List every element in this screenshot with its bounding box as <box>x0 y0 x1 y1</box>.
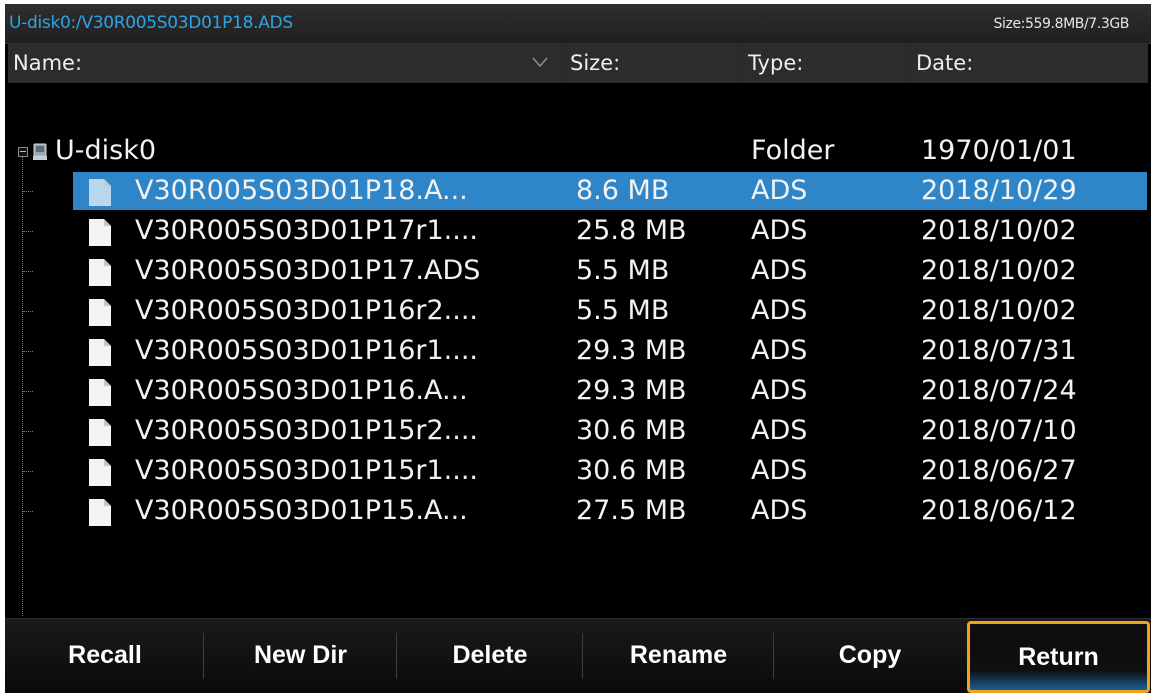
file-row[interactable]: V30R005S03D01P17r1.... 25.8 MB ADS 2018/10/… <box>5 211 1151 251</box>
file-icon <box>89 379 111 406</box>
file-manager-screen: U-disk0:/V30R005S03D01P18.ADS Size:559.8… <box>5 4 1151 693</box>
file-type: ADS <box>751 415 808 446</box>
tree-root-u-disk0[interactable]: U-disk0 Folder 1970/01/01 <box>5 131 1151 171</box>
file-type: ADS <box>751 455 808 486</box>
column-header-name-label: Name: <box>13 51 83 75</box>
file-name: V30R005S03D01P16r2.... <box>135 295 479 326</box>
copy-button[interactable]: Copy <box>774 619 966 693</box>
file-icon <box>89 299 111 326</box>
column-header-type[interactable]: Type: <box>744 43 910 83</box>
file-date: 2018/07/31 <box>921 335 1077 366</box>
file-row[interactable]: V30R005S03D01P17.ADS 5.5 MB ADS 2018/10/02 <box>5 251 1151 291</box>
file-name: V30R005S03D01P15r1.... <box>135 455 479 486</box>
storage-size: Size:559.8MB/7.3GB <box>993 16 1130 32</box>
root-type: Folder <box>751 135 835 166</box>
file-date: 2018/10/02 <box>921 215 1077 246</box>
chevron-down-icon <box>532 57 548 68</box>
new-dir-button[interactable]: New Dir <box>204 619 397 693</box>
file-type: ADS <box>751 495 808 526</box>
file-type: ADS <box>751 255 808 286</box>
file-name: V30R005S03D01P17r1.... <box>135 215 479 246</box>
file-date: 2018/10/02 <box>921 255 1077 286</box>
file-type: ADS <box>751 215 808 246</box>
file-name: V30R005S03D01P18.A... <box>135 175 468 206</box>
root-date: 1970/01/01 <box>921 135 1077 166</box>
rename-button[interactable]: Rename <box>583 619 774 693</box>
file-icon <box>89 259 111 286</box>
file-type: ADS <box>751 295 808 326</box>
file-size: 29.3 MB <box>576 335 687 366</box>
file-name: V30R005S03D01P15.A... <box>135 495 468 526</box>
file-row[interactable]: V30R005S03D01P16r1.... 29.3 MB ADS 2018/07/… <box>5 331 1151 371</box>
current-path: U-disk0:/V30R005S03D01P18.ADS <box>9 13 293 33</box>
file-size: 30.6 MB <box>576 455 687 486</box>
file-icon <box>89 219 111 246</box>
file-icon <box>89 339 111 366</box>
file-name: V30R005S03D01P15r2.... <box>135 415 479 446</box>
file-size: 5.5 MB <box>576 295 670 326</box>
file-size: 29.3 MB <box>576 375 687 406</box>
file-type: ADS <box>751 175 808 206</box>
file-type: ADS <box>751 335 808 366</box>
file-size: 8.6 MB <box>576 175 670 206</box>
file-size: 25.8 MB <box>576 215 687 246</box>
file-icon <box>89 459 111 486</box>
file-type: ADS <box>751 375 808 406</box>
file-row[interactable]: V30R005S03D01P16.A... 29.3 MB ADS 2018/07/2… <box>5 371 1151 411</box>
file-icon <box>89 419 111 446</box>
tree-collapse-icon[interactable] <box>18 147 28 157</box>
path-bar: U-disk0:/V30R005S03D01P18.ADS Size:559.8… <box>5 4 1151 44</box>
column-header-date[interactable]: Date: <box>912 43 1148 83</box>
file-row[interactable]: V30R005S03D01P18.A... 8.6 MB ADS 2018/10/29 <box>5 171 1151 211</box>
file-icon <box>89 499 111 526</box>
file-date: 2018/07/10 <box>921 415 1077 446</box>
file-size: 27.5 MB <box>576 495 687 526</box>
file-date: 2018/07/24 <box>921 375 1077 406</box>
file-row[interactable]: V30R005S03D01P15r2.... 30.6 MB ADS 2018/07/… <box>5 411 1151 451</box>
file-name: V30R005S03D01P16.A... <box>135 375 468 406</box>
return-button[interactable]: Return <box>967 621 1150 693</box>
file-size: 5.5 MB <box>576 255 670 286</box>
recall-button[interactable]: Recall <box>5 619 205 693</box>
bottom-toolbar: Recall New Dir Delete Rename Copy Return <box>5 618 1151 693</box>
column-header-name[interactable]: Name: <box>8 43 566 83</box>
file-date: 2018/06/12 <box>921 495 1077 526</box>
file-row[interactable]: V30R005S03D01P15r1.... 30.6 MB ADS 2018/06/… <box>5 451 1151 491</box>
file-date: 2018/10/29 <box>921 175 1077 206</box>
root-name: U-disk0 <box>55 135 157 166</box>
file-date: 2018/10/02 <box>921 295 1077 326</box>
usb-disk-icon <box>33 143 47 160</box>
file-row[interactable]: V30R005S03D01P15.A... 27.5 MB ADS 2018/06/1… <box>5 491 1151 531</box>
file-name: V30R005S03D01P17.ADS <box>135 255 481 286</box>
file-icon <box>89 179 111 206</box>
file-date: 2018/06/27 <box>921 455 1077 486</box>
file-name: V30R005S03D01P16r1.... <box>135 335 479 366</box>
column-header-size[interactable]: Size: <box>568 43 742 83</box>
column-header-row: Name: Size: Type: Date: <box>8 43 1148 83</box>
file-row[interactable]: V30R005S03D01P16r2.... 5.5 MB ADS 2018/10/0… <box>5 291 1151 331</box>
file-size: 30.6 MB <box>576 415 687 446</box>
delete-button[interactable]: Delete <box>397 619 583 693</box>
